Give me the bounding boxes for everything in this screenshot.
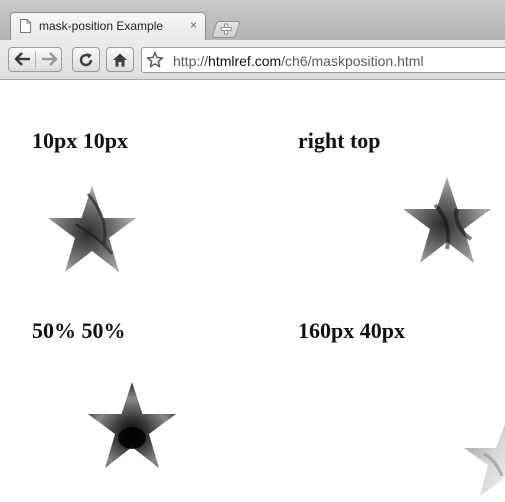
url-path: /ch6/maskposition.html [281,53,424,69]
url-host: htmlref.com [208,53,282,69]
reload-button[interactable] [72,47,100,72]
url-text: http://htmlref.com/ch6/maskposition.html [173,53,424,69]
masked-star-image [48,186,136,272]
home-button[interactable] [106,47,134,72]
address-bar[interactable]: http://htmlref.com/ch6/maskposition.html [141,47,505,73]
new-tab-button[interactable] [211,21,241,38]
example-label: right top [298,128,381,153]
browser-tab[interactable]: mask-position Example × [10,12,206,40]
close-tab-icon[interactable]: × [190,18,197,32]
url-prefix: http:// [173,53,209,69]
browser-toolbar: http://htmlref.com/ch6/maskposition.html [0,40,505,80]
example-label: 50% 50% [32,318,126,343]
masked-star-image [403,177,491,263]
plus-icon [220,23,232,35]
masked-star-image [464,424,505,496]
arrow-right-icon[interactable] [40,51,58,67]
example-label: 10px 10px [32,128,128,153]
arrow-left-icon[interactable] [14,51,32,67]
tab-strip: mask-position Example × [0,0,505,40]
example-label: 160px 40px [298,318,405,343]
reload-icon [79,53,93,67]
page-content: 10px 10px right top 50% 50% 160px 40px [0,80,505,502]
tab-title: mask-position Example [39,19,164,33]
page-icon [20,19,31,33]
home-icon [113,53,127,67]
star-outline-icon[interactable] [146,51,164,69]
masked-star-image [88,382,176,468]
back-forward-group [8,47,62,72]
